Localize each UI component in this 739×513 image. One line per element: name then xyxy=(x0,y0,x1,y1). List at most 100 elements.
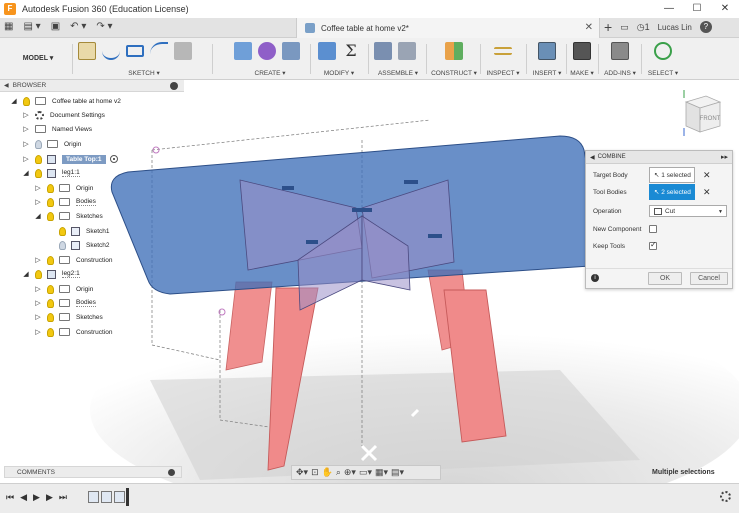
add-ins-group[interactable]: ADD-INS ▾ xyxy=(602,42,638,78)
visibility-bulb-icon[interactable] xyxy=(59,240,66,250)
insert-image-icon[interactable] xyxy=(538,42,556,60)
tree-item-named-views[interactable]: ▷ Named Views xyxy=(22,122,92,136)
expand-triangle-icon[interactable]: ▷ xyxy=(34,328,42,336)
timeline-feature-extrude[interactable] xyxy=(101,491,112,503)
visibility-bulb-icon[interactable] xyxy=(47,298,54,308)
tree-item-leg2-construction[interactable]: ▷ Construction xyxy=(34,325,113,339)
joint-icon[interactable] xyxy=(398,42,416,60)
visibility-bulb-icon[interactable] xyxy=(23,96,30,106)
offset-plane-icon[interactable] xyxy=(445,42,463,60)
add-ins-menu-label[interactable]: ADD-INS ▾ xyxy=(602,69,638,77)
select-icon[interactable] xyxy=(654,42,672,60)
tree-item-sketch2[interactable]: Sketch2 xyxy=(46,238,110,252)
clear-tool-bodies-icon[interactable]: ✕ xyxy=(703,187,711,198)
rectangle-icon[interactable] xyxy=(126,45,144,57)
visibility-bulb-icon[interactable] xyxy=(35,139,42,149)
make-group[interactable]: MAKE ▾ xyxy=(568,42,596,78)
file-menu-icon[interactable]: ▤ ▾ xyxy=(23,21,40,32)
tree-item-table-top[interactable]: ▷ Table Top:1 xyxy=(22,152,118,166)
expand-dialog-icon[interactable]: ▸▸ xyxy=(721,153,728,161)
modify-menu-label[interactable]: MODIFY ▾ xyxy=(318,69,360,77)
visibility-bulb-icon[interactable] xyxy=(35,168,42,178)
user-account[interactable]: Lucas Lin xyxy=(658,23,692,32)
step-forward-icon[interactable]: ▶ xyxy=(46,492,53,503)
inspect-menu-label[interactable]: INSPECT ▾ xyxy=(484,69,522,77)
help-icon[interactable]: ? xyxy=(699,21,712,33)
target-body-selector[interactable]: ↖ 1 selected xyxy=(649,167,695,183)
tree-item-leg1-sketches[interactable]: ◢ Sketches xyxy=(34,209,103,223)
create-sketch-icon[interactable] xyxy=(78,42,96,60)
view-cube[interactable]: FRONT xyxy=(676,88,726,138)
expand-triangle-icon[interactable]: ▷ xyxy=(34,299,42,307)
3d-print-icon[interactable] xyxy=(573,42,591,60)
go-to-end-icon[interactable]: ⏭ xyxy=(59,492,67,503)
select-group[interactable]: SELECT ▾ xyxy=(646,42,680,78)
keep-tools-checkbox[interactable] xyxy=(649,240,657,250)
timeline-marker[interactable] xyxy=(126,488,129,506)
grid-settings-icon[interactable]: ▦▾ xyxy=(375,467,388,478)
box-icon[interactable] xyxy=(234,42,252,60)
visibility-bulb-icon[interactable] xyxy=(47,284,54,294)
visibility-bulb-icon[interactable] xyxy=(47,312,54,322)
browser-header[interactable]: ◀ BROWSER xyxy=(0,80,184,92)
fit-icon[interactable]: ⊕▾ xyxy=(344,467,356,478)
clear-target-body-icon[interactable]: ✕ xyxy=(703,170,711,181)
insert-mesh-icon[interactable] xyxy=(282,42,300,60)
browser-options-icon[interactable] xyxy=(170,82,178,90)
undo-icon[interactable]: ↶ ▾ xyxy=(70,21,86,32)
stop-sketch-icon[interactable] xyxy=(174,42,192,60)
modify-group[interactable]: Σ MODIFY ▾ xyxy=(318,42,360,78)
parameters-icon[interactable]: Σ xyxy=(342,42,360,60)
zoom-icon[interactable]: ⌕ xyxy=(336,467,341,478)
minimize-button[interactable]: — xyxy=(655,0,683,18)
tree-item-leg1-construction[interactable]: ▷ Construction xyxy=(34,253,113,267)
arc-icon[interactable] xyxy=(150,42,168,60)
collapse-triangle-icon[interactable]: ◢ xyxy=(34,212,42,220)
viewports-icon[interactable]: ▤▾ xyxy=(391,467,404,478)
expand-triangle-icon[interactable]: ▷ xyxy=(34,198,42,206)
new-tab-button[interactable]: + xyxy=(604,20,612,34)
collapse-triangle-icon[interactable]: ◢ xyxy=(22,270,30,278)
tool-bodies-selector[interactable]: ↖ 2 selected xyxy=(649,184,695,200)
expand-triangle-icon[interactable]: ▷ xyxy=(22,155,30,163)
redo-icon[interactable]: ↷ ▾ xyxy=(96,21,112,32)
new-component-checkbox[interactable] xyxy=(649,225,657,233)
tab-close-icon[interactable]: ✕ xyxy=(585,22,593,33)
make-menu-label[interactable]: MAKE ▾ xyxy=(568,69,596,77)
tree-item-leg1-bodies[interactable]: ▷ Bodies xyxy=(34,195,96,209)
tree-item-origin[interactable]: ▷ Origin xyxy=(22,137,81,151)
orbit-icon[interactable]: ✥▾ xyxy=(296,467,308,478)
tree-item-document-settings[interactable]: ▷ Document Settings xyxy=(22,108,105,122)
sketch-menu-label[interactable]: SKETCH ▾ xyxy=(78,69,210,77)
insert-menu-label[interactable]: INSERT ▾ xyxy=(530,69,564,77)
sketch-group[interactable]: SKETCH ▾ xyxy=(78,42,210,78)
play-icon[interactable]: ▶ xyxy=(33,492,40,503)
info-icon[interactable]: i xyxy=(591,274,599,282)
pan-icon[interactable]: ✋ xyxy=(322,467,333,478)
visibility-bulb-icon[interactable] xyxy=(47,197,54,207)
assemble-group[interactable]: ASSEMBLE ▾ xyxy=(374,42,422,78)
new-component-icon[interactable] xyxy=(374,42,392,60)
maximize-button[interactable]: ☐ xyxy=(683,0,711,18)
look-at-icon[interactable]: ⊡ xyxy=(311,467,319,478)
inspect-group[interactable]: INSPECT ▾ xyxy=(484,42,522,78)
construct-menu-label[interactable]: CONSTRUCT ▾ xyxy=(430,69,478,77)
visibility-bulb-icon[interactable] xyxy=(47,211,54,221)
cancel-button[interactable]: Cancel xyxy=(690,272,728,285)
document-tab[interactable]: Coffee table at home v2* ✕ xyxy=(296,18,600,38)
visibility-bulb-icon[interactable] xyxy=(59,226,66,236)
collapse-arrow-icon[interactable]: ◀ xyxy=(590,154,595,161)
scripts-icon[interactable] xyxy=(611,42,629,60)
close-button[interactable]: ✕ xyxy=(711,0,739,18)
press-pull-icon[interactable] xyxy=(318,42,336,60)
tree-item-leg1-origin[interactable]: ▷ Origin xyxy=(34,181,93,195)
ok-button[interactable]: OK xyxy=(648,272,682,285)
visibility-bulb-icon[interactable] xyxy=(47,183,54,193)
collapse-triangle-icon[interactable]: ◢ xyxy=(10,97,18,105)
tree-item-leg1[interactable]: ◢ leg1:1 xyxy=(22,166,80,180)
activate-component-radio[interactable] xyxy=(109,155,118,163)
create-group[interactable]: CREATE ▾ xyxy=(234,42,306,78)
tree-item-sketch1[interactable]: Sketch1 xyxy=(46,224,110,238)
visibility-bulb-icon[interactable] xyxy=(47,327,54,337)
line-icon[interactable] xyxy=(102,42,120,60)
